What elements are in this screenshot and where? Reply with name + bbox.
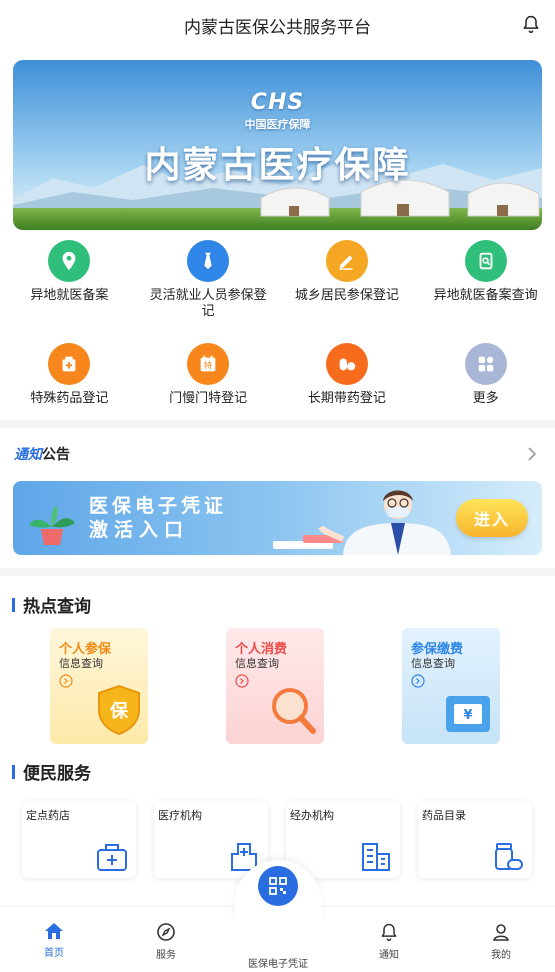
page-title: 内蒙古医保公共服务平台: [184, 17, 371, 38]
hot-card-subtitle: 信息查询: [235, 657, 279, 670]
service-agency[interactable]: 经办机构: [286, 801, 400, 878]
section-divider: [0, 568, 555, 576]
enter-button[interactable]: 进入: [456, 499, 528, 537]
building-icon: [362, 843, 390, 871]
calendar-special-icon: 特: [187, 343, 230, 385]
bell-icon: [381, 923, 397, 942]
grid-item-label: 异地就医备案查询: [433, 288, 538, 303]
compass-icon: [157, 923, 175, 941]
pill-bottle-icon: [495, 843, 523, 870]
service-label: 医疗机构: [158, 809, 202, 822]
grid-item-more[interactable]: 更多: [416, 343, 555, 407]
arrow-circle-icon: [59, 674, 73, 688]
service-label: 经办机构: [290, 809, 334, 822]
hot-card-personal-consumption[interactable]: 个人消费 信息查询: [226, 628, 324, 744]
grid-item-remote-medical-filing[interactable]: 异地就医备案: [0, 240, 139, 320]
section-divider: [0, 420, 555, 428]
grid-item-outpatient-chronic[interactable]: 特 门慢门特登记: [139, 343, 278, 407]
banner-title: 内蒙古医疗保障: [144, 145, 411, 186]
tab-home[interactable]: 首页: [14, 922, 94, 959]
grid-item-special-medicine[interactable]: 特殊药品登记: [0, 343, 139, 407]
tab-mine[interactable]: 我的: [461, 922, 541, 961]
grid-item-label: 灵活就业人员参保登记: [149, 288, 267, 319]
qr-code-icon: [269, 877, 287, 895]
tab-label: 我的: [491, 950, 511, 961]
doctor-illustration: [273, 490, 451, 555]
hot-query-section-header: 热点查询: [12, 592, 91, 617]
arrow-circle-icon: [411, 674, 425, 688]
ecard-activation-banner[interactable]: 医保电子凭证 激活入口 进入: [13, 481, 542, 555]
notice-label-b: 公告: [42, 447, 70, 463]
grid-item-long-term-medicine[interactable]: 长期带药登记: [278, 343, 417, 407]
grid-item-label: 更多: [472, 391, 499, 406]
arrow-circle-icon: [235, 674, 249, 688]
grid-item-label: 门慢门特登记: [169, 391, 248, 406]
magnifier-icon: [272, 688, 316, 734]
tab-label: 首页: [44, 948, 64, 959]
chs-logo-subtitle: 中国医疗保障: [244, 118, 311, 131]
tab-label: 通知: [379, 950, 399, 961]
pill-icon: [325, 343, 368, 385]
app-header: 内蒙古医保公共服务平台: [0, 0, 555, 50]
pencil-icon: [325, 240, 368, 282]
grid-item-label: 异地就医备案: [30, 288, 109, 303]
tab-service[interactable]: 服务: [126, 922, 206, 961]
medicine-box-icon: [48, 343, 91, 385]
section-bar: [12, 764, 15, 779]
grid-item-flexible-employment-registration[interactable]: 灵活就业人员参保登记: [139, 240, 278, 320]
medkit-icon: [97, 844, 127, 871]
service-medical-institution[interactable]: 医疗机构: [154, 801, 268, 878]
shield-icon: 保: [98, 684, 140, 736]
quick-services-row-2: 特殊药品登记 特 门慢门特登记 长期带药登记 更多: [0, 343, 555, 407]
plant-icon: [29, 505, 75, 545]
section-title: 热点查询: [23, 597, 91, 617]
home-icon: [45, 923, 63, 939]
grid-item-label: 特殊药品登记: [30, 391, 109, 406]
promo-title-line2: 激活入口: [89, 519, 190, 541]
service-label: 药品目录: [422, 809, 466, 822]
grid-item-resident-registration[interactable]: 城乡居民参保登记: [278, 240, 417, 320]
ecard-qr-button[interactable]: [258, 866, 298, 906]
tab-label: 服务: [156, 950, 176, 961]
tab-ecard-label[interactable]: 医保电子凭证: [228, 955, 328, 970]
service-label: 定点药店: [26, 809, 70, 822]
service-drug-catalog[interactable]: 药品目录: [418, 801, 532, 878]
clipboard-search-icon: [464, 240, 507, 282]
wallet-icon: ¥: [446, 696, 490, 732]
user-icon: [493, 924, 509, 941]
section-title: 便民服务: [23, 764, 91, 784]
wallet-badge-text: ¥: [463, 708, 472, 723]
section-bar: [12, 597, 15, 612]
service-designated-pharmacy[interactable]: 定点药店: [22, 801, 136, 878]
services-section-header: 便民服务: [12, 759, 91, 784]
grid-item-label: 城乡居民参保登记: [294, 288, 399, 303]
more-grid-icon: [464, 343, 507, 385]
hot-card-personal-insurance[interactable]: 个人参保 信息查询 保: [50, 628, 148, 744]
location-icon: [48, 240, 91, 282]
svg-text:特: 特: [204, 361, 212, 371]
chs-logo: CHS: [250, 90, 305, 115]
hero-banner[interactable]: CHS 中国医疗保障 内蒙古医疗保障: [13, 60, 542, 230]
hot-card-subtitle: 信息查询: [59, 657, 103, 670]
bell-icon[interactable]: [521, 14, 541, 34]
promo-title-line1: 医保电子凭证: [89, 495, 228, 517]
hot-card-insurance-payment[interactable]: 参保缴费 信息查询 ¥: [402, 628, 500, 744]
quick-services-row-1: 异地就医备案 灵活就业人员参保登记 城乡居民参保登记 异地就医备案查询: [0, 240, 555, 320]
notice-bar[interactable]: 通知 公告: [0, 436, 555, 472]
chevron-right-icon[interactable]: [527, 446, 537, 462]
hot-card-subtitle: 信息查询: [411, 657, 455, 670]
grid-item-remote-filing-query[interactable]: 异地就医备案查询: [416, 240, 555, 320]
tab-notify[interactable]: 通知: [349, 922, 429, 961]
tie-icon: [187, 240, 230, 282]
grid-item-label: 长期带药登记: [307, 391, 386, 406]
notice-label-a: 通知: [14, 447, 42, 463]
shield-badge-text: 保: [109, 700, 129, 722]
